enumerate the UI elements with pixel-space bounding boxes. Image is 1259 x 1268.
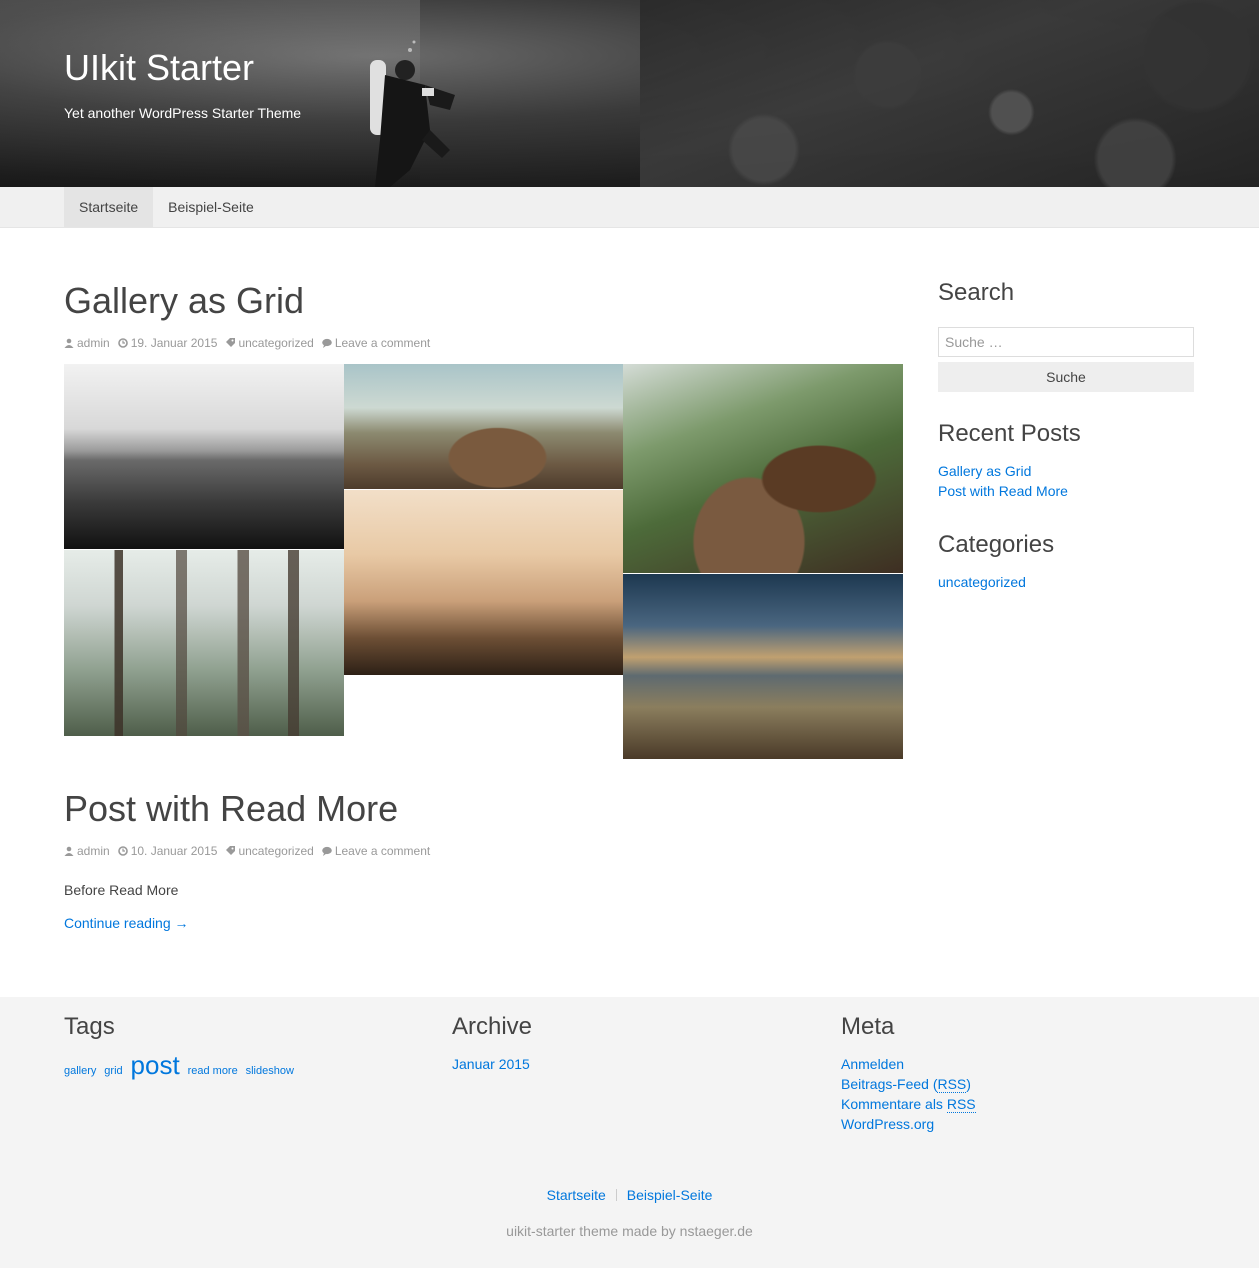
clock-icon (117, 846, 128, 856)
recent-post-link[interactable]: Post with Read More (938, 483, 1068, 499)
meta-title: Meta (841, 1013, 895, 1040)
user-icon (64, 846, 74, 856)
post-read-more: Post with Read More admin 10. Januar 201… (64, 788, 903, 931)
header-reef-image (640, 0, 1259, 187)
tag-link[interactable]: slideshow (246, 1065, 294, 1077)
search-widget-title: Search (938, 279, 1015, 306)
tags-widget: Tags gallery grid post read more slidesh… (64, 1012, 394, 1082)
gallery-image-mountains[interactable] (623, 574, 903, 759)
post-title[interactable]: Gallery as Grid (64, 280, 903, 322)
search-button[interactable]: Suche (938, 362, 1194, 392)
search-widget: Search Suche (938, 278, 1194, 392)
clock-icon (117, 338, 128, 348)
tag-link[interactable]: gallery (64, 1065, 96, 1077)
main-area: Gallery as Grid admin 19. Januar 2015 un… (0, 228, 1259, 998)
main-nav: Startseite Beispiel-Seite (0, 187, 1259, 228)
archive-link[interactable]: Januar 2015 (452, 1056, 530, 1072)
gallery-image-misty-hills[interactable] (344, 490, 623, 675)
post-category[interactable]: uncategorized (238, 336, 313, 350)
post-category[interactable]: uncategorized (238, 844, 313, 858)
wordpress-link[interactable]: WordPress.org (841, 1116, 934, 1132)
login-link[interactable]: Anmelden (841, 1056, 904, 1072)
recent-post-link[interactable]: Gallery as Grid (938, 463, 1031, 479)
comment-icon (322, 338, 332, 348)
gallery-image-volcano[interactable] (344, 364, 623, 489)
site-tagline: Yet another WordPress Starter Theme (64, 105, 302, 121)
categories-widget: Categories uncategorized (938, 530, 1194, 592)
entries-feed-link[interactable]: Beitrags-Feed (RSS) (841, 1076, 971, 1093)
post-gallery: Gallery as Grid admin 19. Januar 2015 un… (64, 280, 903, 759)
archive-widget: Archive Januar 2015 (452, 1012, 782, 1074)
tag-link[interactable]: read more (188, 1065, 238, 1077)
meta-widget: Meta Anmelden Beitrags-Feed (RSS) Kommen… (841, 1012, 1171, 1134)
site-title[interactable]: UIkit Starter (64, 48, 254, 88)
footer-nav-beispiel-seite[interactable]: Beispiel-Seite (627, 1187, 713, 1203)
gallery-image-truck[interactable] (623, 364, 903, 573)
continue-reading-link[interactable]: Continue reading → (64, 915, 903, 931)
user-icon (64, 338, 74, 348)
search-input[interactable] (938, 327, 1194, 357)
recent-posts-title: Recent Posts (938, 420, 1081, 447)
post-comments[interactable]: Leave a comment (335, 844, 430, 858)
entries-feed-suffix: ) (966, 1076, 971, 1092)
post-comments[interactable]: Leave a comment (335, 336, 430, 350)
rss-abbr: RSS (946, 1096, 976, 1113)
footer-nav: Startseite Beispiel-Seite (0, 1187, 1259, 1203)
categories-title: Categories (938, 531, 1055, 558)
comments-feed-link[interactable]: Kommentare als RSS (841, 1096, 976, 1113)
comment-icon (322, 846, 332, 856)
tag-icon (226, 846, 236, 855)
post-meta: admin 10. Januar 2015 uncategorized Leav… (64, 844, 903, 858)
footer-nav-divider (615, 1189, 617, 1201)
post-author[interactable]: admin (77, 336, 110, 350)
post-author[interactable]: admin (77, 844, 110, 858)
gallery-grid (64, 364, 903, 759)
tag-icon (226, 338, 236, 347)
category-link[interactable]: uncategorized (938, 574, 1026, 590)
tags-title: Tags (64, 1013, 115, 1040)
rss-abbr: RSS (937, 1076, 967, 1093)
recent-posts-widget: Recent Posts Gallery as Grid Post with R… (938, 419, 1194, 501)
comments-feed-label: Kommentare als (841, 1096, 947, 1112)
post-meta: admin 19. Januar 2015 uncategorized Leav… (64, 336, 903, 350)
tag-link[interactable]: post (131, 1050, 180, 1080)
footer-nav-startseite[interactable]: Startseite (547, 1187, 606, 1203)
site-header: UIkit Starter Yet another WordPress Star… (0, 0, 1259, 187)
diver-image (370, 40, 455, 187)
tag-link[interactable]: grid (104, 1065, 122, 1077)
entries-feed-label: Beitrags-Feed ( (841, 1076, 938, 1092)
footer-credit: uikit-starter theme made by nstaeger.de (506, 1223, 753, 1239)
post-title[interactable]: Post with Read More (64, 788, 903, 830)
post-date: 10. Januar 2015 (130, 844, 218, 858)
tag-cloud: gallery grid post read more slideshow (64, 1052, 394, 1082)
nav-item-beispiel-seite[interactable]: Beispiel-Seite (153, 187, 269, 227)
gallery-image-sea[interactable] (64, 364, 344, 549)
site-footer: Tags gallery grid post read more slidesh… (0, 997, 1259, 1268)
nav-item-startseite[interactable]: Startseite (64, 187, 154, 227)
post-excerpt: Before Read More (64, 882, 179, 898)
gallery-image-forest[interactable] (64, 550, 344, 736)
post-date: 19. Januar 2015 (130, 336, 218, 350)
archive-title: Archive (452, 1013, 533, 1040)
